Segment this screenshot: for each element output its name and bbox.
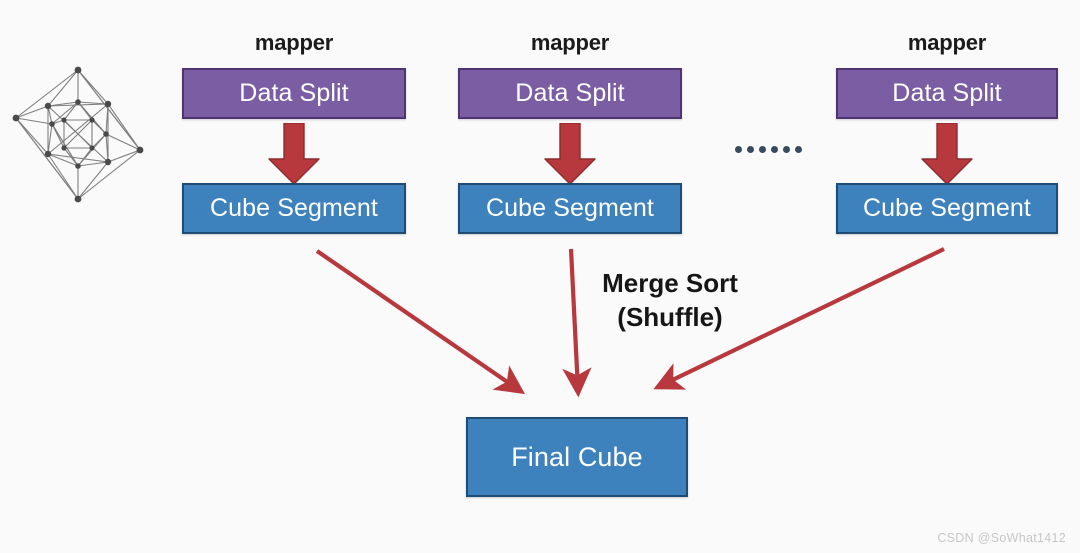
data-split-box-3[interactable]: Data Split bbox=[836, 68, 1058, 119]
ellipsis-dot bbox=[747, 146, 754, 153]
cube-segment-box-2[interactable]: Cube Segment bbox=[458, 183, 682, 234]
final-cube-box[interactable]: Final Cube bbox=[466, 417, 688, 497]
map-arrow-3 bbox=[920, 122, 974, 185]
mapper-label-2: mapper bbox=[530, 30, 610, 55]
shuffle-arrow-center bbox=[562, 248, 592, 398]
shuffle-arrow-left bbox=[315, 249, 526, 395]
ellipsis-indicator bbox=[735, 146, 802, 153]
data-split-box-1[interactable]: Data Split bbox=[182, 68, 406, 119]
watermark-label: CSDN @SoWhat1412 bbox=[937, 531, 1066, 545]
ellipsis-dot bbox=[783, 146, 790, 153]
data-split-box-2[interactable]: Data Split bbox=[458, 68, 682, 119]
map-arrow-2 bbox=[543, 122, 597, 185]
cuboid-lattice-icon bbox=[8, 62, 148, 207]
ellipsis-dot bbox=[771, 146, 778, 153]
diagram-canvas: mapper Data Split Cube Segment mapper Da… bbox=[0, 0, 1080, 553]
cube-segment-box-3[interactable]: Cube Segment bbox=[836, 183, 1058, 234]
merge-sort-line-1: Merge Sort bbox=[602, 268, 738, 298]
mapper-label-3: mapper bbox=[907, 30, 987, 55]
ellipsis-dot bbox=[759, 146, 766, 153]
map-arrow-1 bbox=[267, 122, 321, 185]
merge-sort-line-2: (Shuffle) bbox=[617, 302, 723, 333]
merge-sort-caption: Merge Sort (Shuffle) bbox=[592, 266, 748, 335]
mapper-label-1: mapper bbox=[254, 30, 334, 55]
ellipsis-dot bbox=[735, 146, 742, 153]
ellipsis-dot bbox=[795, 146, 802, 153]
cube-segment-box-1[interactable]: Cube Segment bbox=[182, 183, 406, 234]
